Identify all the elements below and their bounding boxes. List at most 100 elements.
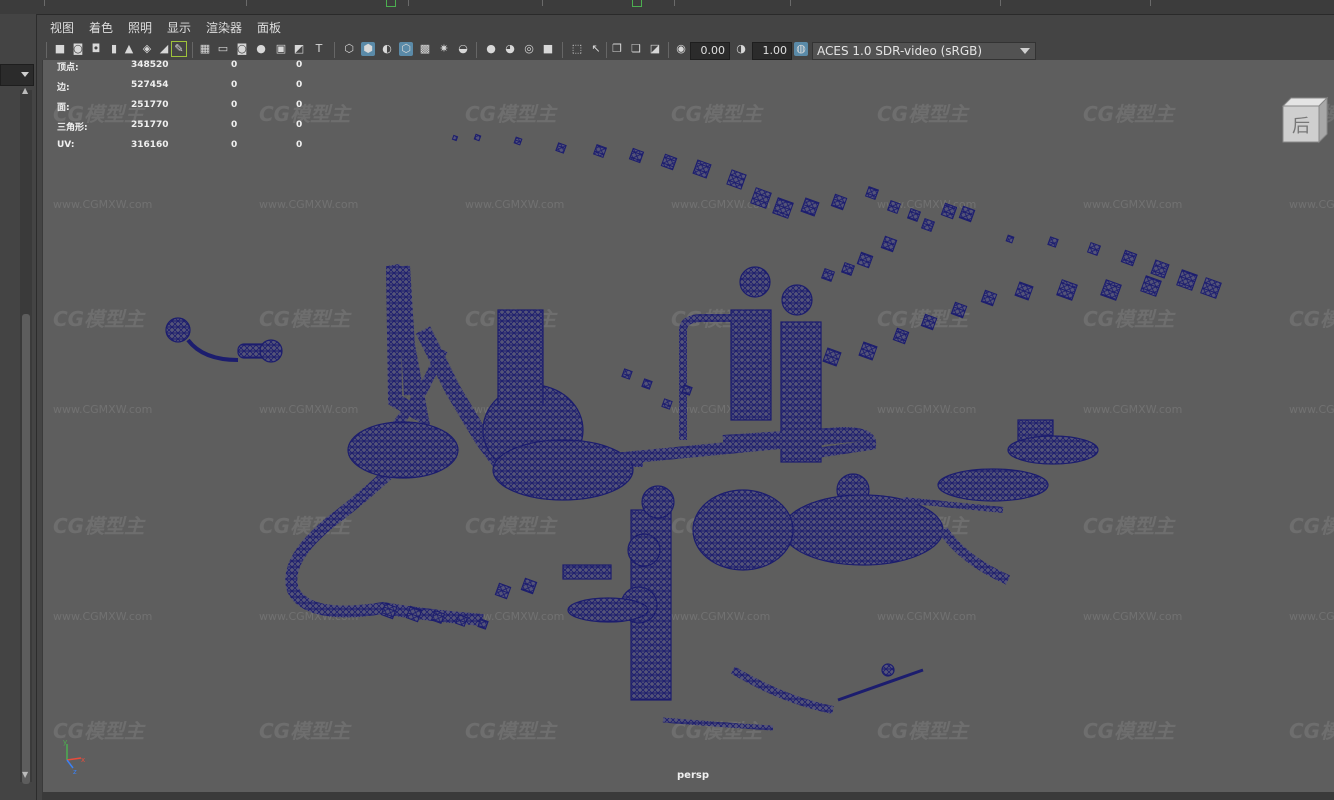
axis-x-label: x bbox=[81, 756, 85, 764]
wire-cube bbox=[1086, 241, 1102, 257]
scrollbar-thumb[interactable] bbox=[22, 314, 30, 784]
gate-mask-icon[interactable]: ● bbox=[254, 42, 268, 56]
2d-pan-zoom-icon[interactable]: ◢ bbox=[157, 42, 171, 56]
shadows-icon[interactable]: ◒ bbox=[456, 42, 470, 56]
default-material-icon[interactable]: ◐ bbox=[380, 42, 394, 56]
wire-cube bbox=[661, 398, 673, 410]
wireframe-on-shaded-icon[interactable]: ⬡ bbox=[399, 42, 413, 56]
panel-menubar: 视图 着色 照明 显示 渲染器 面板 bbox=[40, 15, 1334, 37]
hud-value: 0 bbox=[296, 120, 303, 130]
hud-value: 0 bbox=[296, 80, 303, 90]
wire-cube bbox=[820, 267, 836, 283]
exposure-field[interactable]: 0.00 bbox=[690, 42, 730, 60]
bookmark-icon[interactable]: ▮ bbox=[107, 42, 121, 56]
menu-view[interactable]: 视图 bbox=[50, 19, 74, 36]
image-plane-icon[interactable]: ◈ bbox=[140, 42, 154, 56]
anti-aliasing-icon[interactable]: ◎ bbox=[522, 42, 536, 56]
wire-cube bbox=[1140, 275, 1162, 297]
axis-y-label: y bbox=[63, 738, 67, 746]
scroll-up-icon[interactable]: ▲ bbox=[22, 86, 28, 95]
exposure-icon[interactable]: ◉ bbox=[674, 42, 688, 56]
hud-value: 0 bbox=[231, 100, 238, 110]
hud-value: 0 bbox=[296, 100, 303, 110]
hud-value: 316160 bbox=[131, 140, 169, 150]
strip-tick bbox=[1000, 0, 1001, 6]
select-camera-icon[interactable]: ■ bbox=[53, 42, 67, 56]
toolbar-separator bbox=[476, 42, 477, 58]
xray-joints-icon[interactable]: ◪ bbox=[648, 42, 662, 56]
smooth-shade-icon[interactable]: ⬢ bbox=[361, 42, 375, 56]
camera-attributes-icon[interactable]: ◙ bbox=[71, 42, 85, 56]
3d-viewport[interactable]: CG模型主 CG模型主 CG模型主 CG模型主 CG模型主 CG模型主 CG模型主 CG模型主… bbox=[42, 60, 1334, 792]
menu-panels[interactable]: 面板 bbox=[257, 19, 281, 36]
wire-cube bbox=[864, 185, 880, 201]
grid-icon[interactable]: ▦ bbox=[198, 42, 212, 56]
hud-value: 0 bbox=[231, 120, 238, 130]
wire-cube bbox=[1200, 277, 1222, 299]
strip-tick bbox=[542, 0, 543, 6]
isolate-select-options-icon[interactable]: ↖ bbox=[589, 42, 603, 56]
menu-lighting[interactable]: 照明 bbox=[128, 19, 152, 36]
hud-value: 348520 bbox=[131, 60, 169, 70]
wire-cube bbox=[958, 205, 976, 223]
chevron-down-icon bbox=[21, 72, 29, 77]
hud-value: 527454 bbox=[131, 80, 169, 90]
xray-active-icon[interactable]: ❏ bbox=[629, 42, 643, 56]
depth-of-field-icon[interactable]: ■ bbox=[541, 42, 555, 56]
wire-cube bbox=[880, 235, 898, 253]
gamma-field[interactable]: 1.00 bbox=[752, 42, 792, 60]
menu-show[interactable]: 显示 bbox=[167, 19, 191, 36]
color-management-icon[interactable]: ◍ bbox=[794, 42, 808, 56]
resolution-gate-icon[interactable]: ◙ bbox=[235, 42, 249, 56]
wire-cube bbox=[920, 313, 938, 331]
wire-cube bbox=[1014, 281, 1034, 301]
wire-cube bbox=[660, 153, 678, 171]
viewcube-face-label: 后 bbox=[1292, 116, 1310, 137]
wire-cube bbox=[494, 582, 512, 600]
wireframe-icon[interactable]: ⬡ bbox=[342, 42, 356, 56]
toolbar-separator bbox=[46, 42, 47, 58]
toolbar-separator bbox=[562, 42, 563, 58]
wireframe-scene bbox=[165, 133, 1222, 731]
wire-cube bbox=[692, 159, 712, 179]
hud-label: 三角形: bbox=[57, 123, 88, 133]
hud-value: 251770 bbox=[131, 100, 169, 110]
wire-cube bbox=[830, 193, 848, 211]
wire-cube bbox=[1047, 236, 1059, 248]
axis-gizmo: y x z bbox=[63, 738, 85, 776]
left-dropdown[interactable] bbox=[0, 64, 34, 86]
motion-blur-icon[interactable]: ◕ bbox=[503, 42, 517, 56]
film-gate-icon[interactable]: ▭ bbox=[216, 42, 230, 56]
isolate-select-icon[interactable]: ⬚ bbox=[570, 42, 584, 56]
menu-shading[interactable]: 着色 bbox=[89, 19, 113, 36]
menu-renderer[interactable]: 渲染器 bbox=[206, 19, 242, 36]
viewcube[interactable]: 后 bbox=[1279, 96, 1329, 144]
camera-name-label: persp bbox=[677, 770, 709, 781]
hud-value: 0 bbox=[296, 60, 303, 70]
scroll-down-icon[interactable]: ▼ bbox=[22, 770, 28, 779]
color-space-select[interactable]: ACES 1.0 SDR-video (sRGB) bbox=[812, 42, 1036, 60]
safe-action-icon[interactable]: ◩ bbox=[292, 42, 306, 56]
strip-tick bbox=[1150, 0, 1151, 6]
camera-lock-icon[interactable]: ◘ bbox=[89, 42, 103, 56]
wire-cube bbox=[592, 143, 608, 159]
wire-cube bbox=[950, 301, 968, 319]
grease-pencil-icon[interactable]: ✎ bbox=[171, 41, 187, 57]
wire-cube bbox=[473, 133, 482, 142]
wire-cube bbox=[980, 289, 998, 307]
wire-cube bbox=[920, 217, 936, 233]
gamma-icon[interactable]: ◑ bbox=[734, 42, 748, 56]
field-chart-icon[interactable]: ▣ bbox=[274, 42, 288, 56]
safe-title-icon[interactable]: T bbox=[312, 42, 326, 56]
hud-value: 0 bbox=[231, 80, 238, 90]
top-strip bbox=[0, 0, 1334, 15]
screen-space-ao-icon[interactable]: ● bbox=[484, 42, 498, 56]
hud-label: 顶点: bbox=[57, 63, 79, 73]
wire-cube bbox=[513, 136, 523, 146]
wire-cube bbox=[1176, 269, 1198, 291]
use-all-lights-icon[interactable]: ✷ bbox=[437, 42, 451, 56]
bookmark-list-icon[interactable]: ▲ bbox=[122, 42, 136, 56]
xray-icon[interactable]: ❐ bbox=[610, 42, 624, 56]
wire-cube bbox=[822, 347, 842, 367]
textured-icon[interactable]: ▩ bbox=[418, 42, 432, 56]
